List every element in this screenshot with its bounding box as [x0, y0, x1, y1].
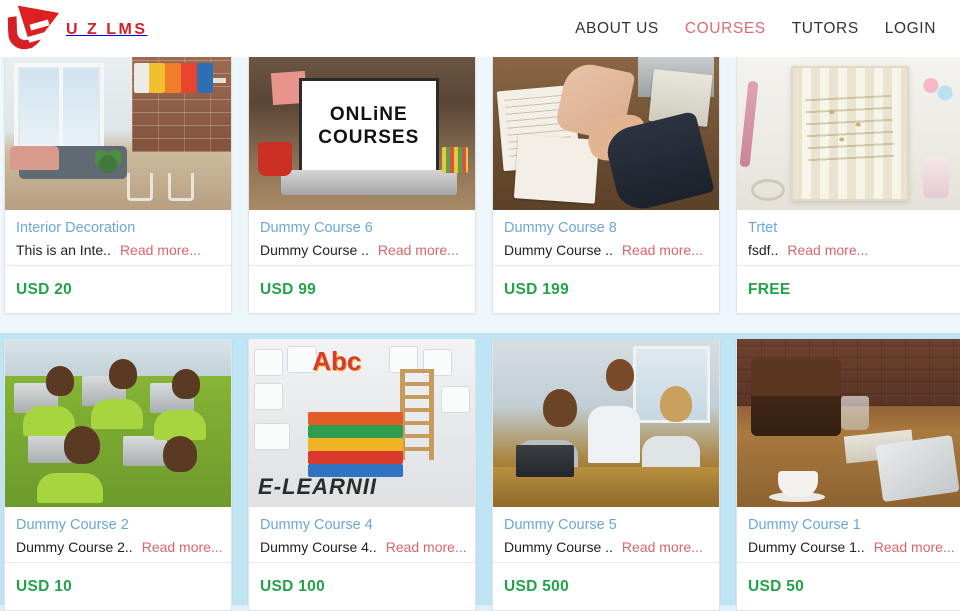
read-more-link[interactable]: Read more... [787, 242, 868, 258]
uzlms-logo-icon [6, 5, 62, 52]
course-card[interactable]: Dummy Course 8 Dummy Course .. Read more.… [492, 57, 720, 314]
course-description-line: fsdf.. Read more... [748, 241, 952, 260]
course-description: Dummy Course .. [504, 242, 613, 258]
course-description: Dummy Course 2.. [16, 539, 133, 555]
nav-tutors[interactable]: TUTORS [792, 20, 859, 38]
desk-notebook-flatlay-thumbnail [737, 57, 960, 210]
read-more-link[interactable]: Read more... [120, 242, 201, 258]
course-description-line: Dummy Course 2.. Read more... [16, 538, 223, 557]
course-title[interactable]: Dummy Course 5 [504, 516, 708, 535]
course-price: USD 500 [504, 577, 569, 595]
handshake-documents-thumbnail [493, 57, 719, 210]
course-title[interactable]: Dummy Course 8 [504, 219, 708, 238]
course-card[interactable]: ONLiNE COURSES Dummy Course 6 Dummy Cours… [248, 57, 476, 314]
course-description-line: This is an Inte.. Read more... [16, 241, 220, 260]
course-price: USD 50 [748, 577, 805, 595]
site-logo[interactable]: U Z LMS [6, 5, 148, 52]
online-courses-laptop-thumbnail: ONLiNE COURSES [249, 57, 475, 210]
course-description: This is an Inte.. [16, 242, 111, 258]
read-more-link[interactable]: Read more... [378, 242, 459, 258]
read-more-link[interactable]: Read more... [622, 539, 703, 555]
classroom-students-laptops-thumbnail [5, 339, 231, 507]
course-card-footer: USD 20 [5, 265, 231, 313]
course-price: USD 10 [16, 577, 73, 595]
course-title[interactable]: Dummy Course 4 [260, 516, 464, 535]
course-price: USD 199 [504, 280, 569, 298]
course-description: fsdf.. [748, 242, 779, 258]
read-more-link[interactable]: Read more... [622, 242, 703, 258]
bag-coffee-tablet-thumbnail [737, 339, 960, 507]
course-title[interactable]: Interior Decoration [16, 219, 220, 238]
course-description: Dummy Course .. [260, 242, 369, 258]
course-price: FREE [748, 280, 791, 298]
course-description: Dummy Course 4.. [260, 539, 377, 555]
course-price: USD 99 [260, 280, 317, 298]
students-smiling-desk-thumbnail [493, 339, 719, 507]
course-card-footer: FREE [737, 265, 960, 313]
nav-about-us[interactable]: ABOUT US [575, 20, 659, 38]
course-description-line: Dummy Course .. Read more... [504, 241, 708, 260]
course-card[interactable]: Trtet fsdf.. Read more... FREE [736, 57, 960, 314]
read-more-link[interactable]: Read more... [874, 539, 955, 555]
course-card[interactable]: Dummy Course 5 Dummy Course .. Read more.… [492, 339, 720, 611]
courses-row-bottom: Dummy Course 2 Dummy Course 2.. Read more… [0, 333, 960, 611]
course-price: USD 100 [260, 577, 325, 595]
interior-room-thumbnail [5, 57, 231, 210]
course-card[interactable]: Dummy Course 1 Dummy Course 1.. Read more… [736, 339, 960, 611]
course-card[interactable]: Dummy Course 2 Dummy Course 2.. Read more… [4, 339, 232, 611]
nav-login[interactable]: LOGIN [885, 20, 936, 38]
course-description-line: Dummy Course 4.. Read more... [260, 538, 467, 557]
course-description-line: Dummy Course 1.. Read more... [748, 538, 955, 557]
main-navigation: ABOUT US COURSES TUTORS LOGIN [575, 20, 936, 38]
courses-grid: Interior Decoration This is an Inte.. Rea… [0, 57, 960, 611]
course-title[interactable]: Trtet [748, 219, 952, 238]
course-card-footer: USD 50 [737, 562, 960, 610]
courses-row-top: Interior Decoration This is an Inte.. Rea… [0, 57, 960, 322]
course-card-footer: USD 10 [5, 562, 231, 610]
course-description-line: Dummy Course .. Read more... [260, 241, 464, 260]
course-description-line: Dummy Course .. Read more... [504, 538, 708, 557]
course-card-footer: USD 100 [249, 562, 475, 610]
read-more-link[interactable]: Read more... [142, 539, 223, 555]
course-card-footer: USD 199 [493, 265, 719, 313]
nav-courses[interactable]: COURSES [685, 20, 766, 38]
site-header: U Z LMS ABOUT US COURSES TUTORS LOGIN [0, 0, 960, 57]
course-price: USD 20 [16, 280, 73, 298]
course-description: Dummy Course 1.. [748, 539, 865, 555]
course-card-footer: USD 500 [493, 562, 719, 610]
brand-wordmark: U Z LMS [66, 20, 148, 38]
read-more-link[interactable]: Read more... [386, 539, 467, 555]
course-title[interactable]: Dummy Course 1 [748, 516, 952, 535]
course-card-footer: USD 99 [249, 265, 475, 313]
elearning-books-keyboard-thumbnail: Abc E-LEARNII [249, 339, 475, 507]
course-card[interactable]: Abc E-LEARNII Dummy Course 4 Dummy Cours… [248, 339, 476, 611]
course-card[interactable]: Interior Decoration This is an Inte.. Rea… [4, 57, 232, 314]
course-title[interactable]: Dummy Course 6 [260, 219, 464, 238]
course-title[interactable]: Dummy Course 2 [16, 516, 220, 535]
course-description: Dummy Course .. [504, 539, 613, 555]
